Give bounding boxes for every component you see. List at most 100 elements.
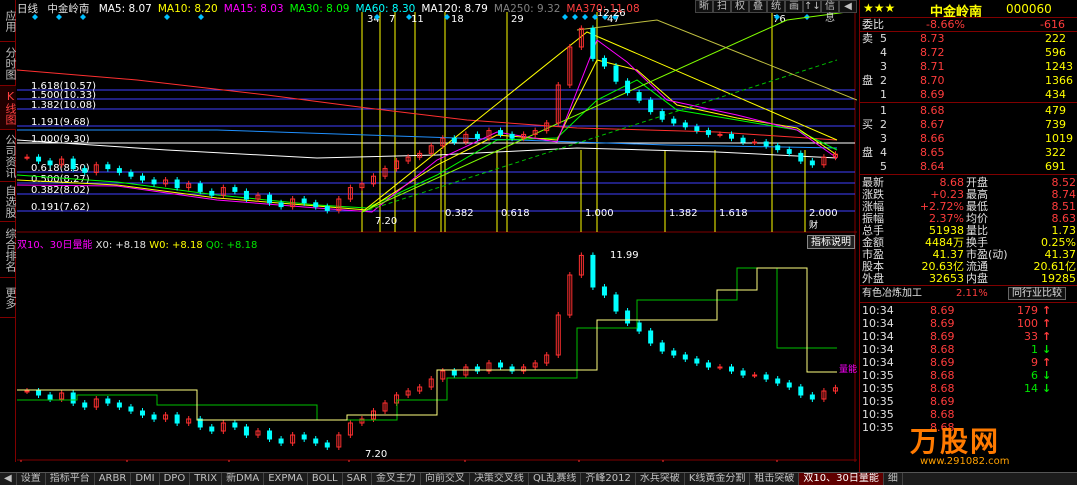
sell-level-row[interactable]: 3 8.71 1243 [860,60,1077,73]
toolbar-button[interactable]: 权 [731,0,749,13]
candle-body [636,92,642,101]
candle-body [682,354,688,360]
toolbar-button[interactable]: 晰 [695,0,713,13]
buy-level: 1 [880,104,887,117]
indicator-tab[interactable]: 细 [884,473,903,485]
ma10-line [17,59,838,211]
sell-price: 8.70 [920,74,945,87]
toolbar-button[interactable]: 统 [767,0,785,13]
indicator-tab[interactable]: 向前交叉 [421,473,470,485]
ma-legend-item: MA60: 8.30 [355,3,416,15]
toolbar-button[interactable]: 信息 [821,0,839,24]
candle-body [324,442,330,448]
trend-line [361,11,848,213]
indicator-name: 双10、30日量能 [17,240,93,251]
left-nav-item[interactable]: K线图 [0,86,17,130]
candle-body [671,118,677,124]
buy-volume: 479 [1045,104,1066,117]
indicator-tab[interactable]: 水兵突破 [636,473,685,485]
tick-volume: 1 [1031,343,1038,356]
candle-body [278,202,284,208]
watermark-logo: 万股网 [910,425,1001,458]
buy-level-row[interactable]: 买 2 8.67 739 [860,118,1077,131]
left-nav-item[interactable]: 公司资讯 [0,130,17,182]
indicator-tab[interactable]: 双10、30日量能 [799,473,884,485]
toolbar-button[interactable]: 画 [785,0,803,13]
tick-volume: 6 [1031,369,1038,382]
kline-chart-area[interactable]: 12.2610.498.7111.9911.2010.419.618.808.0… [17,0,857,462]
indicator-x0: X0: +8.18 [95,240,147,251]
candle-body [232,422,238,428]
indicator-tab[interactable]: 齐峰2012 [581,473,636,485]
stat-label: 外盘 [862,272,884,285]
toolbar-button[interactable]: ◀ [839,0,857,13]
indicator-tab[interactable]: DPO [160,473,191,485]
indicator-tab[interactable]: DMI [131,473,160,485]
buy-level-row[interactable]: 盘 4 8.65 322 [860,146,1077,159]
indicator-tab[interactable]: 新DMA [222,473,265,485]
toolbar-button[interactable]: 扫 [713,0,731,13]
indicator-tab[interactable]: 设置 [17,473,46,485]
buy-level-row[interactable]: 5 8.64 691 [860,160,1077,173]
buy-level-row[interactable]: 3 8.66 1019 [860,132,1077,145]
sell-level: 1 [880,88,887,101]
sell-level-row[interactable]: 4 8.72 596 [860,46,1077,59]
ma-legend-item: MA370: 11.08 [566,3,640,15]
time-fib-label: 1.382 [669,208,698,219]
period-label: 日线 [17,3,38,15]
industry-pct: 2.11% [956,288,988,299]
indicator-tab[interactable]: EXPMA [264,473,308,485]
kline-chart-svg[interactable]: 12.2610.498.7111.9911.2010.419.618.808.0… [17,0,857,462]
indicator-tab[interactable]: SAR [343,473,372,485]
time-fib-label: 2.000 [809,208,838,219]
sell-price: 8.71 [920,60,945,73]
left-nav-item[interactable]: 综合排名 [0,222,17,278]
tick-row: 10:34 8.68 1 ↓ [860,343,1077,356]
indicator-tab[interactable]: 指标平台 [46,473,95,485]
indicator-tab[interactable]: QL乱赛线 [529,473,582,485]
quote-header: ★★★ 中金岭南 000060 [860,0,1077,20]
buy-price: 8.64 [920,160,945,173]
sell-volume: 596 [1045,46,1066,59]
candle-body [798,152,804,162]
indicator-tab[interactable]: 租击突破 [750,473,800,485]
buy-side-label: 买 [862,118,873,131]
indicator-tab[interactable]: TRIX [190,473,223,485]
candle-body [648,99,654,113]
left-nav-item[interactable]: 应用 [0,0,17,42]
tick-row: 10:34 8.69 33 ↑ [860,330,1077,343]
indicator-explain-button[interactable]: 指标说明 [807,235,855,249]
indicator-tab[interactable]: 金叉主力 [372,473,421,485]
sell-volume: 222 [1045,32,1066,45]
candle-body [740,137,746,143]
left-nav-item[interactable]: 更多 [0,278,17,318]
tick-price: 8.69 [930,395,955,408]
indicator-tab[interactable]: K线黄金分割 [685,473,751,485]
candle-body [659,342,665,352]
indicator-tab[interactable]: 决策交叉线 [470,473,529,485]
industry-compare-button[interactable]: 同行业比较 [1008,287,1066,300]
toolbar-button[interactable]: 叠 [749,0,767,13]
tab-scroll-left[interactable]: ◀ [0,473,17,485]
sell-level: 5 [880,32,887,45]
candle-body [24,156,30,159]
sell-level-row[interactable]: 1 8.69 434 [860,88,1077,101]
buy-volume: 739 [1045,118,1066,131]
fib-level-label: 1.382(10.08) [31,100,96,111]
sell-level-row[interactable]: 卖 5 8.73 222 [860,32,1077,45]
ma-legend-item: MA5: 8.07 [98,3,152,15]
sell-level-row[interactable]: 盘 2 8.70 1366 [860,74,1077,87]
weibi-row: 委比 -8.66% -616 [860,18,1077,31]
candle-body [763,141,769,147]
star-icon[interactable]: ★★★ [863,1,895,15]
indicator-tab[interactable]: BOLL [308,473,343,485]
candle-body [809,160,815,166]
candle-body [174,414,180,424]
candle-body [474,133,480,139]
indicator-tab[interactable]: ARBR [95,473,132,485]
buy-level-row[interactable]: 1 8.68 479 [860,104,1077,117]
left-nav-item[interactable]: 分时图 [0,42,17,86]
toolbar-button[interactable]: ↑↓ [803,0,821,13]
left-nav-item[interactable]: 自选股 [0,182,17,222]
tick-volume: 100 [1017,317,1038,330]
